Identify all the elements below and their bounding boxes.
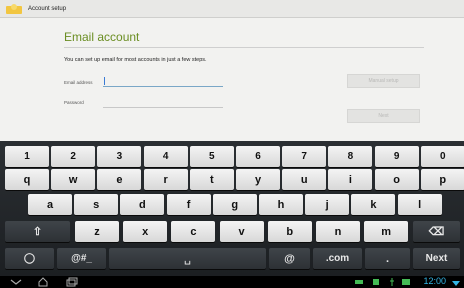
notification-icon — [372, 277, 380, 287]
home-icon[interactable] — [38, 277, 48, 287]
heading-divider — [64, 47, 424, 48]
letter-key-h[interactable]: h — [259, 194, 303, 215]
next-button[interactable]: Next — [347, 109, 420, 123]
letter-key-s[interactable]: s — [74, 194, 119, 215]
settings-key[interactable]: ◯ — [5, 248, 54, 269]
soft-keyboard: 1234567890 qwertyuiop asdfghjkl ⇧ ⌫ zxcv… — [0, 141, 464, 276]
letter-key-o[interactable]: o — [374, 169, 419, 190]
letter-key-v[interactable]: v — [219, 221, 264, 242]
dotcom-key[interactable]: .com — [313, 248, 362, 269]
letter-key-u[interactable]: u — [282, 169, 327, 190]
letter-key-c[interactable]: c — [171, 221, 216, 242]
number-key-4[interactable]: 4 — [143, 146, 188, 167]
title-bar: Account setup — [0, 0, 464, 18]
letter-key-x[interactable]: x — [123, 221, 168, 242]
letter-key-w[interactable]: w — [51, 169, 96, 190]
wifi-icon — [452, 277, 460, 287]
globe-icon: ◯ — [23, 253, 36, 264]
app-icon — [3, 2, 25, 15]
account-setup-screen: Account setup Email account You can set … — [0, 0, 464, 141]
at-key[interactable]: @ — [269, 248, 310, 269]
period-key[interactable]: . — [365, 248, 410, 269]
back-icon[interactable] — [10, 277, 22, 287]
letter-key-i[interactable]: i — [328, 169, 373, 190]
letter-key-z[interactable]: z — [75, 221, 119, 242]
shift-key[interactable]: ⇧ — [5, 221, 70, 242]
keyboard-status-icon — [355, 277, 363, 287]
manual-setup-button[interactable]: Manual setup — [347, 74, 420, 88]
title-bar-text: Account setup — [28, 5, 67, 12]
number-key-1[interactable]: 1 — [5, 146, 49, 167]
letter-key-e[interactable]: e — [97, 169, 142, 190]
letter-key-y[interactable]: y — [236, 169, 280, 190]
spacebar-key[interactable]: ␣ — [109, 248, 266, 269]
letter-key-r[interactable]: r — [143, 169, 188, 190]
next-key[interactable]: Next — [413, 248, 460, 269]
usb-icon — [388, 277, 396, 287]
number-key-0[interactable]: 0 — [420, 146, 464, 167]
letter-key-k[interactable]: k — [351, 194, 396, 215]
email-field[interactable] — [103, 75, 223, 87]
letter-key-n[interactable]: n — [316, 221, 360, 242]
letter-key-t[interactable]: t — [189, 169, 234, 190]
clock: 12:00 — [423, 276, 446, 286]
password-field[interactable] — [103, 96, 223, 108]
backspace-icon: ⌫ — [428, 226, 445, 238]
page-title: Email account — [64, 30, 140, 44]
letter-key-a[interactable]: a — [28, 194, 72, 215]
email-label: Email address — [64, 80, 93, 85]
number-key-7[interactable]: 7 — [282, 146, 327, 167]
number-key-5[interactable]: 5 — [189, 146, 234, 167]
number-key-2[interactable]: 2 — [51, 146, 96, 167]
letter-key-f[interactable]: f — [166, 194, 211, 215]
intro-text: You can set up email for most accounts i… — [64, 57, 207, 63]
letter-key-m[interactable]: m — [364, 221, 409, 242]
recent-apps-icon[interactable] — [66, 277, 78, 287]
letter-key-p[interactable]: p — [420, 169, 464, 190]
letter-key-b[interactable]: b — [267, 221, 312, 242]
screenshot-icon — [402, 277, 410, 287]
letter-key-j[interactable]: j — [305, 194, 350, 215]
letter-key-g[interactable]: g — [212, 194, 257, 215]
symbols-key[interactable]: @#_ — [57, 248, 106, 269]
letter-key-l[interactable]: l — [397, 194, 442, 215]
number-key-8[interactable]: 8 — [328, 146, 373, 167]
backspace-key[interactable]: ⌫ — [413, 221, 460, 242]
letter-key-q[interactable]: q — [5, 169, 49, 190]
letter-key-d[interactable]: d — [120, 194, 165, 215]
password-label: Password — [64, 100, 84, 105]
number-key-6[interactable]: 6 — [236, 146, 280, 167]
text-cursor — [104, 77, 105, 85]
system-navigation-bar: 12:00 — [0, 276, 464, 288]
number-key-9[interactable]: 9 — [374, 146, 419, 167]
shift-icon: ⇧ — [32, 226, 43, 238]
space-icon: ␣ — [184, 253, 191, 265]
number-key-3[interactable]: 3 — [97, 146, 142, 167]
